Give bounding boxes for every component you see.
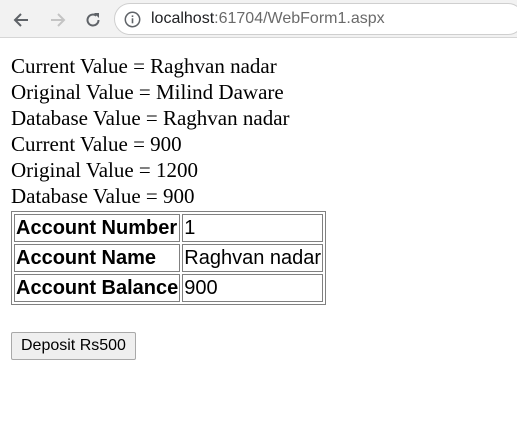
account-table: Account Number 1 Account Name Raghvan na…: [11, 211, 327, 305]
account-name-value: Raghvan nadar: [182, 244, 324, 272]
table-row: Account Balance 900: [14, 274, 324, 302]
back-arrow-icon: [13, 13, 28, 27]
info-icon[interactable]: [124, 11, 141, 28]
url-path: :61704/WebForm1.aspx: [214, 10, 385, 27]
address-bar[interactable]: localhost:61704/WebForm1.aspx: [114, 3, 517, 35]
page-content: Current Value = Raghvan nadar Original V…: [11, 53, 327, 360]
account-balance-value: 900: [182, 274, 324, 302]
value-line: Database Value = Raghvan nadar: [11, 106, 290, 130]
url-text[interactable]: localhost:61704/WebForm1.aspx: [151, 10, 385, 28]
account-name-label: Account Name: [14, 244, 181, 272]
forward-arrow-icon: [51, 13, 66, 27]
reload-button[interactable]: [81, 8, 105, 32]
account-number-label: Account Number: [14, 214, 181, 242]
value-line: Original Value = Milind Daware: [11, 80, 284, 104]
reload-icon: [86, 13, 100, 27]
account-number-value: 1: [182, 214, 324, 242]
value-line: Database Value = 900: [11, 184, 195, 208]
forward-button[interactable]: [46, 8, 70, 32]
table-row: Account Name Raghvan nadar: [14, 244, 324, 272]
value-lines: Current Value = Raghvan nadar Original V…: [11, 53, 326, 209]
back-button[interactable]: [9, 8, 33, 32]
url-host: localhost: [151, 10, 215, 27]
account-balance-label: Account Balance: [14, 274, 181, 302]
value-line: Current Value = 900: [11, 132, 182, 156]
value-line: Original Value = 1200: [11, 158, 199, 182]
table-row: Account Number 1: [14, 214, 324, 242]
browser-toolbar: localhost:61704/WebForm1.aspx: [0, 0, 517, 38]
value-line: Current Value = Raghvan nadar: [11, 54, 277, 78]
deposit-button[interactable]: Deposit Rs500: [11, 332, 136, 360]
